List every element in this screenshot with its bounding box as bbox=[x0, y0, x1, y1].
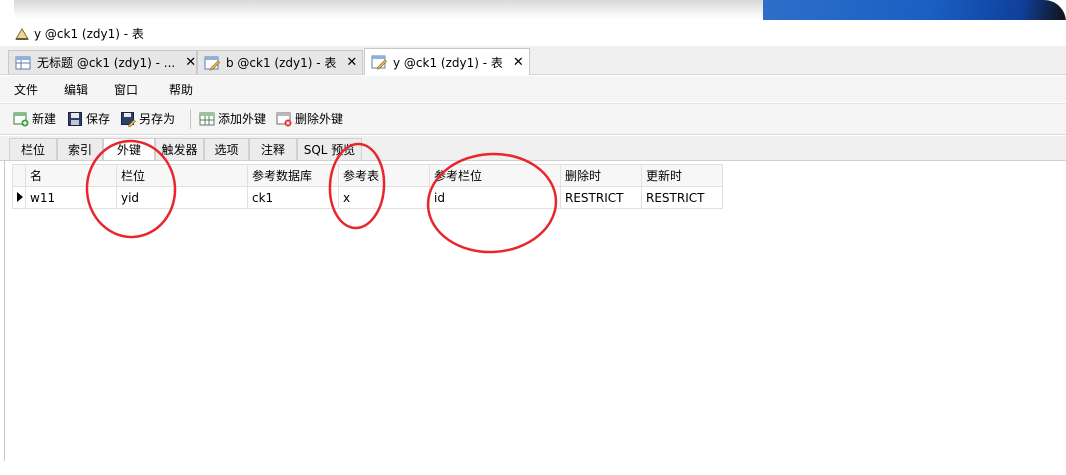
table-icon bbox=[15, 55, 31, 71]
tab-y[interactable]: y @ck1 (zdy1) - 表 ✕ bbox=[364, 48, 530, 75]
delete-foreign-key-icon bbox=[276, 111, 292, 127]
tab-indexes[interactable]: 索引 bbox=[57, 138, 103, 160]
delete-foreign-key-button[interactable]: 删除外键 bbox=[276, 110, 343, 127]
tab-untitled[interactable]: 无标题 @ck1 (zdy1) - ... ✕ bbox=[8, 50, 197, 74]
new-button[interactable]: 新建 bbox=[13, 110, 56, 127]
column-header-name[interactable]: 名 bbox=[25, 164, 117, 187]
menu-help[interactable]: 帮助 bbox=[169, 81, 193, 98]
tab-options[interactable]: 选项 bbox=[204, 138, 249, 160]
tab-sql-preview[interactable]: SQL 预览 bbox=[297, 138, 362, 160]
cell-ref-database[interactable]: ck1 bbox=[247, 186, 339, 209]
save-button[interactable]: 保存 bbox=[67, 110, 110, 127]
row-indicator-header bbox=[12, 164, 26, 187]
foreign-key-grid-area: 名 栏位 参考数据库 参考表 参考栏位 删除时 更新时 w11 yid ck1 … bbox=[0, 161, 1066, 475]
column-header-on-delete[interactable]: 删除时 bbox=[560, 164, 642, 187]
add-foreign-key-button[interactable]: 添加外键 bbox=[199, 110, 266, 127]
save-as-icon bbox=[120, 111, 136, 127]
foreign-key-table: 名 栏位 参考数据库 参考表 参考栏位 删除时 更新时 w11 yid ck1 … bbox=[12, 164, 723, 209]
column-header-on-update[interactable]: 更新时 bbox=[641, 164, 723, 187]
desktop-wallpaper bbox=[763, 0, 1066, 22]
toolbar: 新建 保存 另存为 添加外键 删除外键 bbox=[0, 103, 1066, 135]
column-header-ref-field[interactable]: 参考栏位 bbox=[429, 164, 561, 187]
close-icon[interactable]: ✕ bbox=[185, 55, 196, 70]
new-table-icon bbox=[13, 111, 29, 127]
window-shadow bbox=[14, 0, 774, 20]
document-tab-bar: 无标题 @ck1 (zdy1) - ... ✕ b @ck1 (zdy1) - … bbox=[0, 46, 1066, 75]
tab-fields[interactable]: 栏位 bbox=[9, 138, 57, 160]
menu-window[interactable]: 窗口 bbox=[114, 81, 138, 98]
tab-b[interactable]: b @ck1 (zdy1) - 表 ✕ bbox=[197, 50, 363, 74]
close-icon[interactable]: ✕ bbox=[513, 55, 524, 70]
column-header-field[interactable]: 栏位 bbox=[116, 164, 248, 187]
cell-ref-table[interactable]: x bbox=[338, 186, 430, 209]
table-edit-icon bbox=[204, 55, 220, 71]
menu-bar: 文件 编辑 窗口 帮助 bbox=[0, 76, 1066, 102]
cell-name[interactable]: w11 bbox=[25, 186, 117, 209]
save-icon bbox=[67, 111, 83, 127]
table-header-row: 名 栏位 参考数据库 参考表 参考栏位 删除时 更新时 bbox=[12, 164, 723, 187]
current-row-indicator-icon bbox=[12, 186, 26, 209]
tab-triggers[interactable]: 触发器 bbox=[155, 138, 204, 160]
table-design-icon bbox=[14, 25, 30, 41]
menu-file[interactable]: 文件 bbox=[14, 81, 38, 98]
column-header-ref-database[interactable]: 参考数据库 bbox=[247, 164, 339, 187]
design-tab-bar: 栏位 索引 外键 触发器 选项 注释 SQL 预览 bbox=[0, 136, 1066, 161]
panel-border bbox=[4, 161, 5, 461]
table-row[interactable]: w11 yid ck1 x id RESTRICT RESTRICT bbox=[12, 186, 723, 209]
table-edit-icon bbox=[371, 54, 387, 70]
toolbar-divider bbox=[190, 109, 191, 129]
tab-foreign-keys[interactable]: 外键 bbox=[103, 138, 155, 160]
add-foreign-key-icon bbox=[199, 111, 215, 127]
column-header-ref-table[interactable]: 参考表 bbox=[338, 164, 430, 187]
tab-comments[interactable]: 注释 bbox=[249, 138, 297, 160]
save-as-button[interactable]: 另存为 bbox=[120, 110, 175, 127]
window-title: y @ck1 (zdy1) - 表 bbox=[34, 26, 144, 41]
desktop-background bbox=[0, 0, 1066, 22]
title-bar: y @ck1 (zdy1) - 表 bbox=[0, 20, 1066, 46]
cell-field[interactable]: yid bbox=[116, 186, 248, 209]
cell-on-update[interactable]: RESTRICT bbox=[641, 186, 723, 209]
cell-on-delete[interactable]: RESTRICT bbox=[560, 186, 642, 209]
table-design-window: y @ck1 (zdy1) - 表 无标题 @ck1 (zdy1) - ... … bbox=[0, 20, 1066, 475]
cell-ref-field[interactable]: id bbox=[429, 186, 561, 209]
menu-edit[interactable]: 编辑 bbox=[64, 81, 88, 98]
close-icon[interactable]: ✕ bbox=[346, 55, 357, 70]
